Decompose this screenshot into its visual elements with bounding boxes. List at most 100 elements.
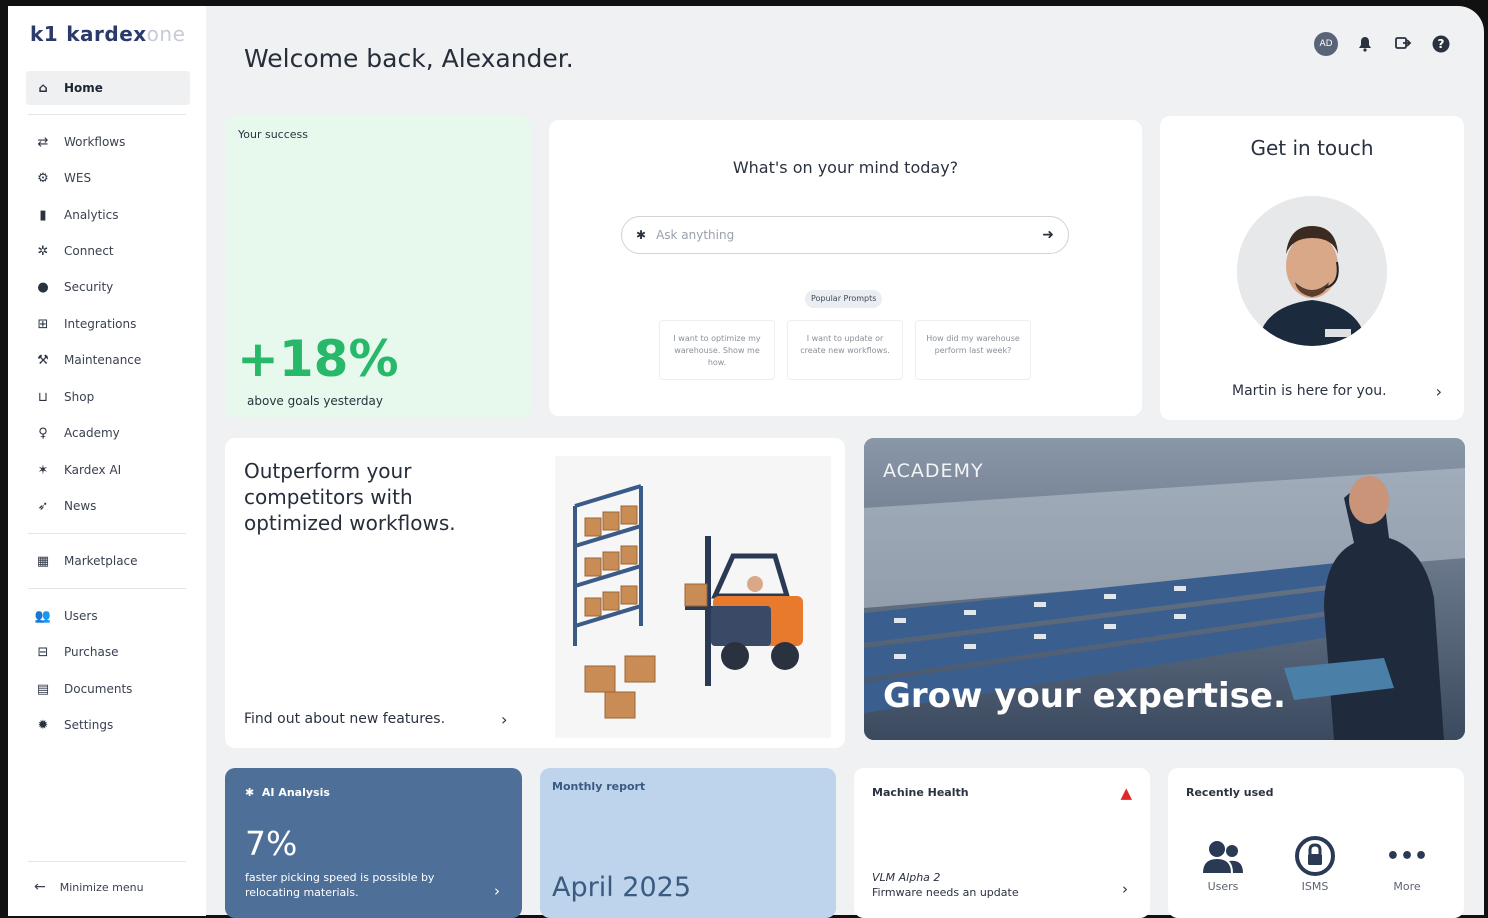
sidebar-item-workflows[interactable]: ⇄ Workflows — [26, 125, 190, 159]
sidebar-item-academy[interactable]: ♀ Academy — [26, 416, 190, 450]
sidebar-item-label: Academy — [64, 426, 120, 440]
monthly-report-card[interactable]: Monthly report April 2025 — [540, 768, 836, 918]
bar-chart-icon: ▮ — [39, 207, 47, 223]
divider — [28, 588, 186, 589]
contact-photo — [1237, 196, 1387, 346]
divider — [28, 861, 186, 862]
sidebar-item-label: Maintenance — [64, 353, 142, 367]
bell-icon[interactable] — [1354, 33, 1376, 55]
prompt-suggestion[interactable]: I want to update or create new workflows… — [787, 320, 903, 380]
gear-icon: ✹ — [37, 717, 49, 733]
chevron-right-icon[interactable]: › — [501, 710, 507, 729]
recently-used-card: Recently used Users ISMS ••• More — [1168, 768, 1464, 918]
home-icon: ⌂ — [38, 80, 48, 96]
chevron-right-icon[interactable]: › — [1436, 382, 1442, 401]
users-icon: 👥 — [34, 608, 52, 624]
logo-kardex: kardex — [66, 22, 147, 46]
sidebar-item-users[interactable]: 👥 Users — [26, 599, 190, 633]
prompt-suggestion[interactable]: I want to optimize my warehouse. Show me… — [659, 320, 775, 380]
sidebar-item-connect[interactable]: ✲ Connect — [26, 234, 190, 268]
recent-more[interactable]: ••• More — [1372, 832, 1442, 894]
more-icon: ••• — [1385, 843, 1429, 869]
send-arrow-icon[interactable]: ➜ — [1042, 227, 1054, 243]
sidebar-item-label: Kardex AI — [64, 463, 122, 477]
machine-health-card[interactable]: Machine Health ▲ VLM Alpha 2 Firmware ne… — [854, 768, 1150, 918]
sidebar-item-label: Users — [64, 609, 98, 623]
users-icon — [1188, 832, 1258, 880]
lightbulb-icon: ♀ — [38, 425, 48, 441]
academy-card[interactable]: ACADEMY Grow your expertise. — [864, 438, 1465, 740]
machine-health-status: VLM Alpha 2 Firmware needs an update — [872, 870, 1019, 900]
academy-tag: ACADEMY — [883, 460, 984, 482]
sidebar-item-security[interactable]: ● Security — [26, 270, 190, 304]
sidebar-item-shop[interactable]: ⊔ Shop — [26, 380, 190, 414]
sidebar-item-label: WES — [64, 171, 92, 185]
recent-users[interactable]: Users — [1188, 832, 1258, 893]
workflows-promo-card[interactable]: Outperform your competitors with optimiz… — [225, 438, 845, 748]
sidebar-item-news[interactable]: ➶ News — [26, 489, 190, 523]
success-value: +18% — [237, 330, 399, 388]
ai-analysis-caption: faster picking speed is possible by relo… — [245, 871, 435, 899]
chevron-right-icon[interactable]: › — [1122, 880, 1128, 898]
success-card[interactable]: Your success +18% above goals yesterday — [225, 116, 531, 418]
sidebar-item-maintenance[interactable]: ⚒ Maintenance — [26, 343, 190, 377]
divider — [28, 114, 186, 115]
sidebar-item-settings[interactable]: ✹ Settings — [26, 708, 190, 742]
warehouse-illustration — [555, 456, 831, 738]
machine-status-text: Firmware needs an update — [872, 886, 1019, 899]
workflows-headline: Outperform your competitors with optimiz… — [244, 459, 456, 535]
success-label: Your success — [238, 128, 309, 141]
switch-icon[interactable] — [1392, 33, 1414, 55]
purchase-icon: ⊟ — [37, 644, 49, 660]
sidebar-item-label: Purchase — [64, 645, 119, 659]
logo-one: one — [146, 22, 186, 46]
sidebar-item-label: Integrations — [64, 317, 137, 331]
warning-icon: ▲ — [1120, 784, 1132, 802]
prompt-question: What's on your mind today? — [732, 158, 959, 177]
avatar[interactable]: AD — [1314, 32, 1338, 56]
chevron-right-icon[interactable]: › — [494, 882, 500, 900]
sidebar-item-kardex-ai[interactable]: ✶ Kardex AI — [26, 453, 190, 487]
recently-used-label: Recently used — [1186, 786, 1274, 799]
ai-analysis-card[interactable]: ✱ AI Analysis 7% faster picking speed is… — [225, 768, 522, 918]
documents-icon: ▤ — [36, 681, 50, 697]
ai-analysis-value: 7% — [245, 824, 298, 863]
machine-name: VLM Alpha 2 — [872, 871, 941, 884]
help-icon[interactable]: ? — [1430, 33, 1452, 55]
ask-input[interactable]: ✱ Ask anything ➜ — [621, 216, 1069, 254]
monthly-report-label: Monthly report — [552, 780, 646, 793]
ask-placeholder: Ask anything — [656, 228, 735, 242]
sparkle-icon: ✱ — [245, 786, 255, 799]
sidebar-item-label: News — [64, 499, 97, 513]
arrows-icon: ⇄ — [37, 134, 49, 150]
sidebar-item-label: Documents — [64, 682, 133, 696]
ai-analysis-label: ✱ AI Analysis — [245, 786, 330, 799]
sidebar-item-integrations[interactable]: ⊞ Integrations — [26, 307, 190, 341]
sidebar-item-wes[interactable]: ⚙ WES — [26, 161, 190, 195]
minimize-menu-button[interactable]: ← Minimize menu — [34, 879, 144, 895]
lock-icon — [1280, 832, 1350, 880]
sidebar-item-home[interactable]: ⌂ Home — [26, 71, 190, 105]
minimize-menu-label: Minimize menu — [59, 880, 144, 894]
page-title: Welcome back, Alexander. — [244, 44, 574, 73]
sidebar-item-analytics[interactable]: ▮ Analytics — [26, 198, 190, 232]
recent-isms[interactable]: ISMS — [1280, 832, 1350, 893]
recent-item-label: More — [1393, 880, 1421, 893]
sidebar-item-label: Workflows — [64, 135, 126, 149]
academy-headline: Grow your expertise. — [883, 676, 1286, 716]
sidebar-item-marketplace[interactable]: ▦ Marketplace — [26, 544, 190, 578]
prompt-suggestion[interactable]: How did my warehouse perform last week? — [915, 320, 1031, 380]
sidebar-item-label: Analytics — [64, 208, 119, 222]
paper-plane-icon: ➶ — [37, 498, 49, 514]
sidebar-item-purchase[interactable]: ⊟ Purchase — [26, 635, 190, 669]
sidebar-item-documents[interactable]: ▤ Documents — [26, 672, 190, 706]
grid-icon: ▦ — [36, 553, 50, 569]
kardex-logo[interactable]: k1 kardexone — [30, 22, 185, 46]
ai-prompt-card: What's on your mind today? ✱ Ask anythin… — [549, 120, 1142, 416]
new-features-link[interactable]: Find out about new features. — [244, 711, 445, 727]
get-in-touch-card[interactable]: Get in touch Martin is here for you. › — [1160, 116, 1464, 420]
ai-analysis-label-text: AI Analysis — [261, 786, 330, 799]
recent-item-label: Users — [1207, 880, 1239, 893]
get-in-touch-title: Get in touch — [1250, 136, 1374, 160]
wrench-icon: ⚒ — [37, 352, 49, 368]
